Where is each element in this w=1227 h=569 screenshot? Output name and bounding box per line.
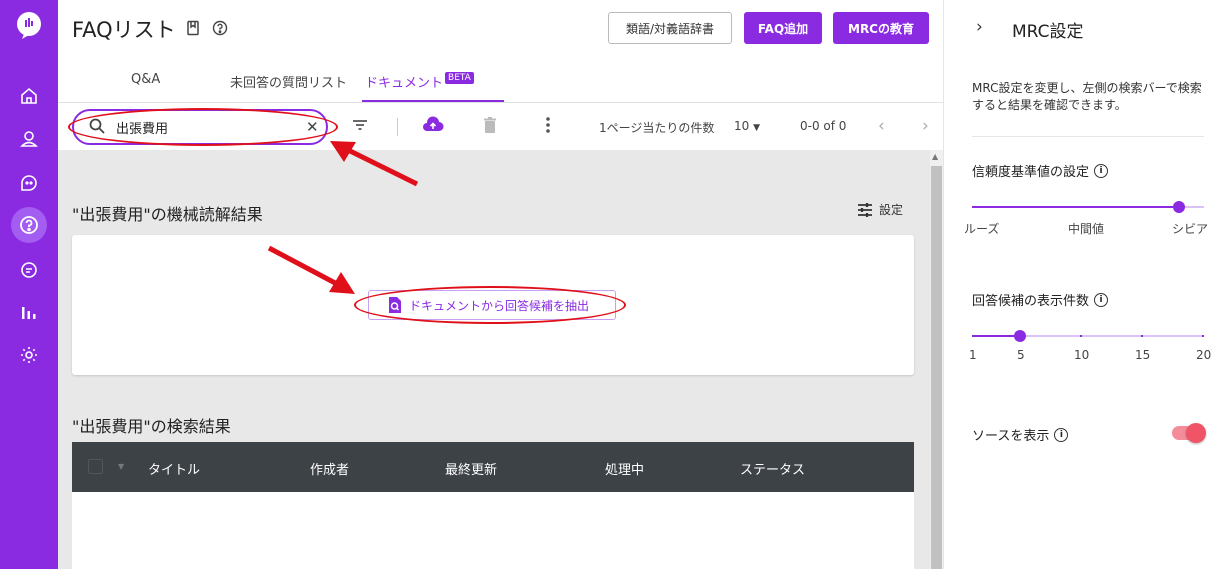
- info-icon[interactable]: i: [1054, 427, 1069, 442]
- slider-tick: [1202, 335, 1204, 337]
- column-author[interactable]: 作成者: [310, 459, 349, 478]
- tab-unanswered[interactable]: 未回答の質問リスト: [230, 72, 347, 91]
- candidates-tick-1: 1: [969, 348, 977, 362]
- confidence-mid-label: 中間値: [1068, 222, 1105, 236]
- panel-title: MRC設定: [1012, 22, 1084, 42]
- more-vert-icon[interactable]: [540, 116, 556, 134]
- candidates-tick-20: 20: [1196, 348, 1212, 362]
- faq-icon[interactable]: [11, 207, 47, 243]
- page-range: 0-0 of 0: [800, 119, 847, 133]
- annotation-arrow-icon: [267, 245, 355, 294]
- candidates-tick-10: 10: [1074, 348, 1090, 362]
- synonym-dictionary-button[interactable]: 類語/対義語辞書: [608, 12, 732, 44]
- chevron-down-icon[interactable]: ▼: [118, 462, 124, 471]
- mrc-result-title: "出張費用"の機械読解結果: [72, 205, 263, 224]
- mrc-training-button[interactable]: MRCの教育: [833, 12, 929, 44]
- page-size-select[interactable]: 10 ▼: [734, 119, 760, 133]
- beta-badge: BETA: [445, 72, 474, 84]
- chevron-right-icon[interactable]: ›: [976, 17, 983, 37]
- chevron-left-icon[interactable]: ‹: [878, 116, 885, 136]
- candidates-slider-knob[interactable]: [1014, 330, 1026, 342]
- faq-add-button[interactable]: FAQ追加: [744, 12, 822, 44]
- tab-documents-label: ドキュメント: [365, 76, 444, 91]
- scroll-up-icon[interactable]: ▲: [932, 152, 938, 161]
- panel-description: MRC設定を変更し、左側の検索バーで検索すると結果を確認できます。: [972, 81, 1202, 113]
- chat-icon[interactable]: [14, 168, 44, 198]
- confidence-label: 信頼度基準値の設定 i: [972, 161, 1109, 180]
- confidence-track-fill[interactable]: [972, 206, 1179, 208]
- confidence-slider-knob[interactable]: [1173, 201, 1185, 213]
- chevron-down-icon: ▼: [753, 123, 761, 133]
- candidates-track-fill[interactable]: [972, 335, 1020, 337]
- home-icon[interactable]: [14, 81, 44, 111]
- show-source-toggle-knob[interactable]: [1186, 423, 1206, 443]
- scroll-thumb[interactable]: [931, 166, 942, 569]
- delete-icon[interactable]: [482, 116, 498, 134]
- candidates-track-rest[interactable]: [1020, 335, 1204, 337]
- candidates-tick-5: 5: [1017, 348, 1025, 362]
- sidebar: [0, 0, 58, 569]
- user-icon[interactable]: [14, 124, 44, 154]
- filter-icon[interactable]: [351, 116, 369, 134]
- confidence-strict-label: シビア: [1172, 222, 1209, 236]
- select-all-checkbox[interactable]: [88, 459, 103, 474]
- column-processing[interactable]: 処理中: [605, 459, 644, 478]
- column-status[interactable]: ステータス: [740, 459, 805, 478]
- show-source-label: ソースを表示 i: [972, 425, 1069, 444]
- slider-tick: [1141, 335, 1143, 337]
- info-icon[interactable]: i: [1094, 163, 1109, 178]
- header-divider: [58, 102, 943, 103]
- tab-qa[interactable]: Q&A: [131, 72, 160, 87]
- tab-documents[interactable]: ドキュメント BETA: [365, 72, 474, 91]
- tune-icon: [858, 202, 872, 217]
- help-icon[interactable]: [212, 20, 228, 36]
- info-icon[interactable]: i: [1094, 292, 1109, 307]
- per-page-label: 1ページ当たりの件数: [599, 121, 715, 135]
- mrc-settings-button[interactable]: 設定: [857, 201, 903, 218]
- extract-annotation-ring: [354, 286, 626, 324]
- candidates-tick-15: 15: [1135, 348, 1151, 362]
- table-body: [72, 492, 914, 569]
- candidates-label-text: 回答候補の表示件数: [972, 294, 1090, 309]
- gear-icon[interactable]: [14, 340, 44, 370]
- annotation-arrow-icon: [330, 141, 419, 187]
- toolbar-separator: [397, 118, 398, 136]
- confidence-label-text: 信頼度基準値の設定: [972, 165, 1090, 180]
- settings-label: 設定: [879, 203, 904, 217]
- search-result-title: "出張費用"の検索結果: [72, 417, 231, 436]
- column-last-updated[interactable]: 最終更新: [445, 459, 497, 478]
- slider-tick: [1080, 335, 1082, 337]
- message-icon[interactable]: [14, 255, 44, 285]
- book-icon[interactable]: [186, 20, 200, 36]
- show-source-label-text: ソースを表示: [972, 429, 1050, 444]
- analytics-icon[interactable]: [14, 297, 44, 327]
- page-title: FAQリスト: [72, 18, 176, 42]
- page-size-value: 10: [734, 119, 750, 133]
- confidence-loose-label: ルーズ: [964, 222, 1000, 236]
- app-logo-icon[interactable]: [14, 10, 44, 40]
- candidates-label: 回答候補の表示件数 i: [972, 290, 1109, 309]
- panel-divider: [972, 136, 1204, 137]
- chevron-right-icon[interactable]: ›: [922, 116, 929, 136]
- search-annotation-ring: [68, 108, 338, 146]
- column-title[interactable]: タイトル: [148, 459, 200, 478]
- cloud-upload-icon[interactable]: [422, 116, 444, 134]
